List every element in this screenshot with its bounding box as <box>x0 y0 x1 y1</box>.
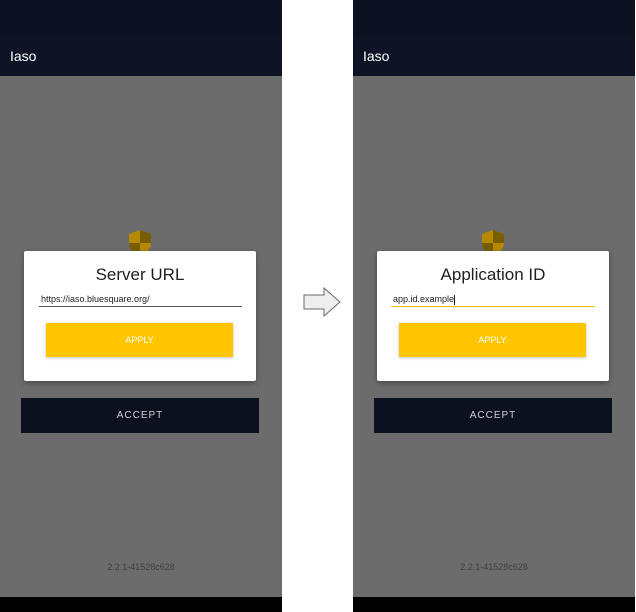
accept-button[interactable]: ACCEPT <box>21 398 259 433</box>
right-arrow-icon <box>303 286 341 318</box>
left-phone-screen: Iaso ACCEPT 2.2.1-41528c628 Server URL h… <box>0 0 282 612</box>
apply-button[interactable]: APPLY <box>46 323 233 357</box>
app-bar: Iaso <box>353 36 635 76</box>
status-bar <box>0 0 282 36</box>
text-cursor <box>454 294 456 305</box>
right-phone-screen: Iaso ACCEPT 2.2.1-41528c628 Application … <box>353 0 635 612</box>
application-id-input[interactable]: app.id.example <box>391 292 595 307</box>
dialog-title: Application ID <box>440 265 546 284</box>
app-bar: Iaso <box>0 36 282 76</box>
comparison-view: Iaso ACCEPT 2.2.1-41528c628 Server URL h… <box>0 0 636 612</box>
version-label: 2.2.1-41528c628 <box>107 562 175 572</box>
navigation-bar <box>0 597 282 612</box>
version-label: 2.2.1-41528c628 <box>460 562 528 572</box>
application-id-value: app.id.example <box>393 294 455 304</box>
app-title: Iaso <box>363 48 390 64</box>
dialog-title: Server URL <box>95 265 185 284</box>
accept-button[interactable]: ACCEPT <box>374 398 612 433</box>
server-url-value: https://iaso.bluesquare.org/ <box>41 294 150 304</box>
application-id-dialog: Application ID app.id.example APPLY <box>377 251 609 381</box>
navigation-bar <box>353 597 635 612</box>
server-url-dialog: Server URL https://iaso.bluesquare.org/ … <box>24 251 256 381</box>
app-title: Iaso <box>10 48 37 64</box>
apply-button[interactable]: APPLY <box>399 323 586 357</box>
status-bar <box>353 0 635 36</box>
server-url-input[interactable]: https://iaso.bluesquare.org/ <box>39 292 242 307</box>
